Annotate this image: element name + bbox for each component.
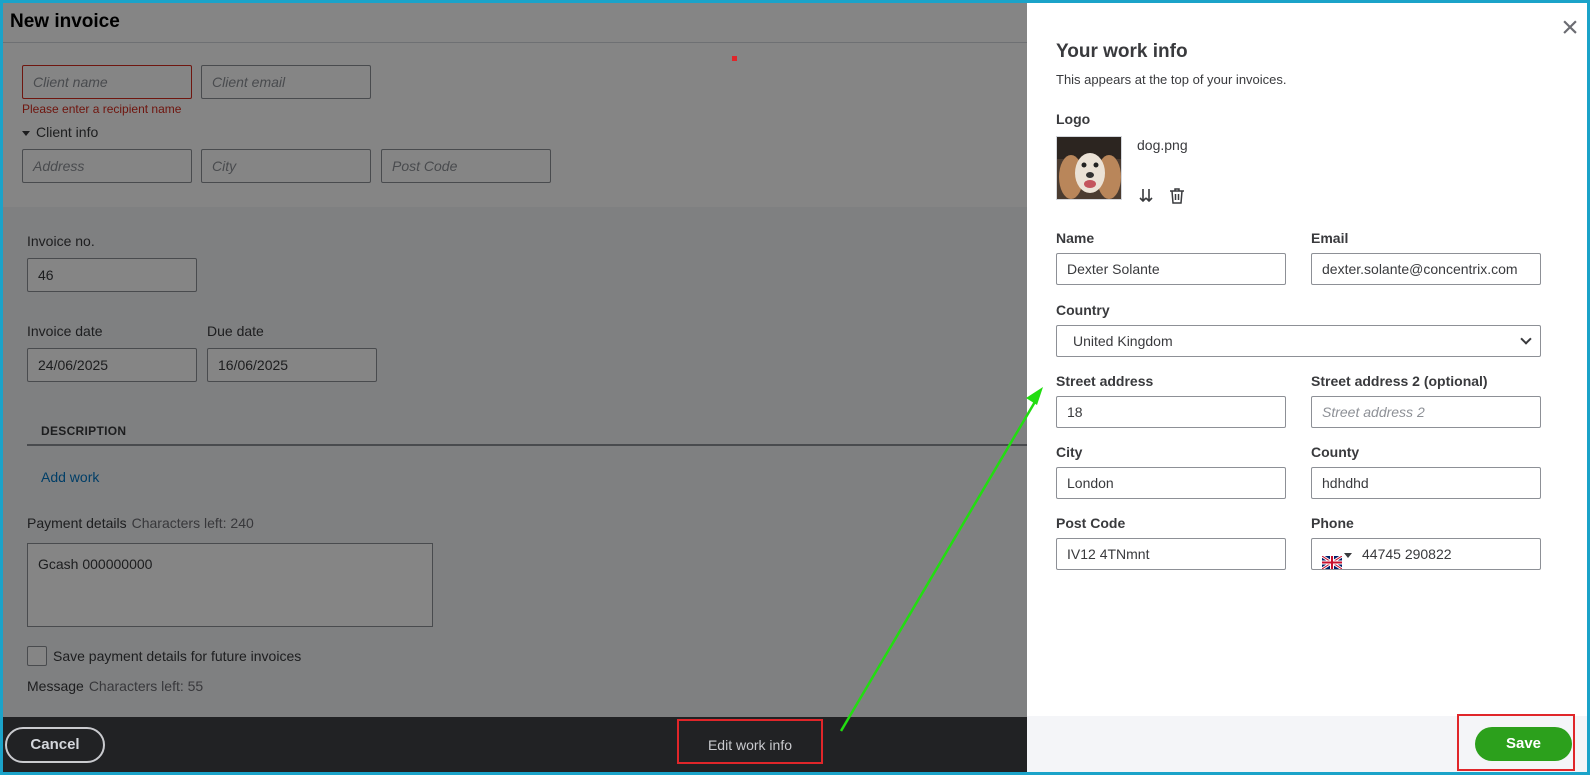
invoice-form: New invoice Client name Client email Ple…: [3, 3, 1027, 772]
annotation-highlight-save: [1457, 714, 1575, 771]
drawer-subtitle: This appears at the top of your invoices…: [1056, 72, 1287, 87]
annotation-highlight-edit: [677, 719, 823, 764]
cancel-button[interactable]: Cancel: [5, 727, 105, 763]
caret-down-icon: [1344, 552, 1352, 558]
drawer-title: Your work info: [1056, 41, 1188, 62]
chevron-down-icon: [1520, 333, 1532, 345]
street-address-2-input[interactable]: Street address 2: [1311, 396, 1541, 428]
country-selected-value: United Kingdom: [1073, 333, 1173, 349]
logo-thumbnail: [1056, 136, 1122, 200]
email-input[interactable]: dexter.solante@concentrix.com: [1311, 253, 1541, 285]
phone-number: 44745 290822: [1362, 546, 1452, 562]
close-icon[interactable]: ×: [1557, 13, 1583, 43]
screen-frame: New invoice Client name Client email Ple…: [0, 0, 1590, 775]
city-label: City: [1056, 444, 1083, 460]
city-input[interactable]: London: [1056, 467, 1286, 499]
uk-flag-icon[interactable]: [1321, 549, 1343, 569]
work-info-drawer: × Your work info This appears at the top…: [1027, 3, 1587, 772]
county-input[interactable]: hdhdhd: [1311, 467, 1541, 499]
trash-icon[interactable]: [1168, 187, 1186, 205]
street-address-input[interactable]: 18: [1056, 396, 1286, 428]
name-input[interactable]: Dexter Solante: [1056, 253, 1286, 285]
download-icon[interactable]: [1137, 187, 1155, 205]
dog-image-icon: [1057, 137, 1121, 199]
post-code-label: Post Code: [1056, 515, 1126, 531]
logo-file-name: dog.png: [1137, 137, 1188, 153]
logo-label: Logo: [1056, 111, 1091, 127]
phone-label: Phone: [1311, 515, 1354, 531]
name-label: Name: [1056, 230, 1095, 246]
street-address-2-label: Street address 2 (optional): [1311, 373, 1488, 389]
bottom-action-bar: [3, 717, 1027, 772]
post-code-input[interactable]: IV12 4TNmnt: [1056, 538, 1286, 570]
country-select[interactable]: United Kingdom: [1056, 325, 1541, 357]
phone-input[interactable]: 44745 290822: [1311, 538, 1541, 570]
email-label: Email: [1311, 230, 1349, 246]
annotation-dot: [732, 56, 737, 61]
street-address-label: Street address: [1056, 373, 1154, 389]
modal-backdrop[interactable]: [3, 3, 1027, 717]
county-label: County: [1311, 444, 1360, 460]
country-label: Country: [1056, 302, 1110, 318]
